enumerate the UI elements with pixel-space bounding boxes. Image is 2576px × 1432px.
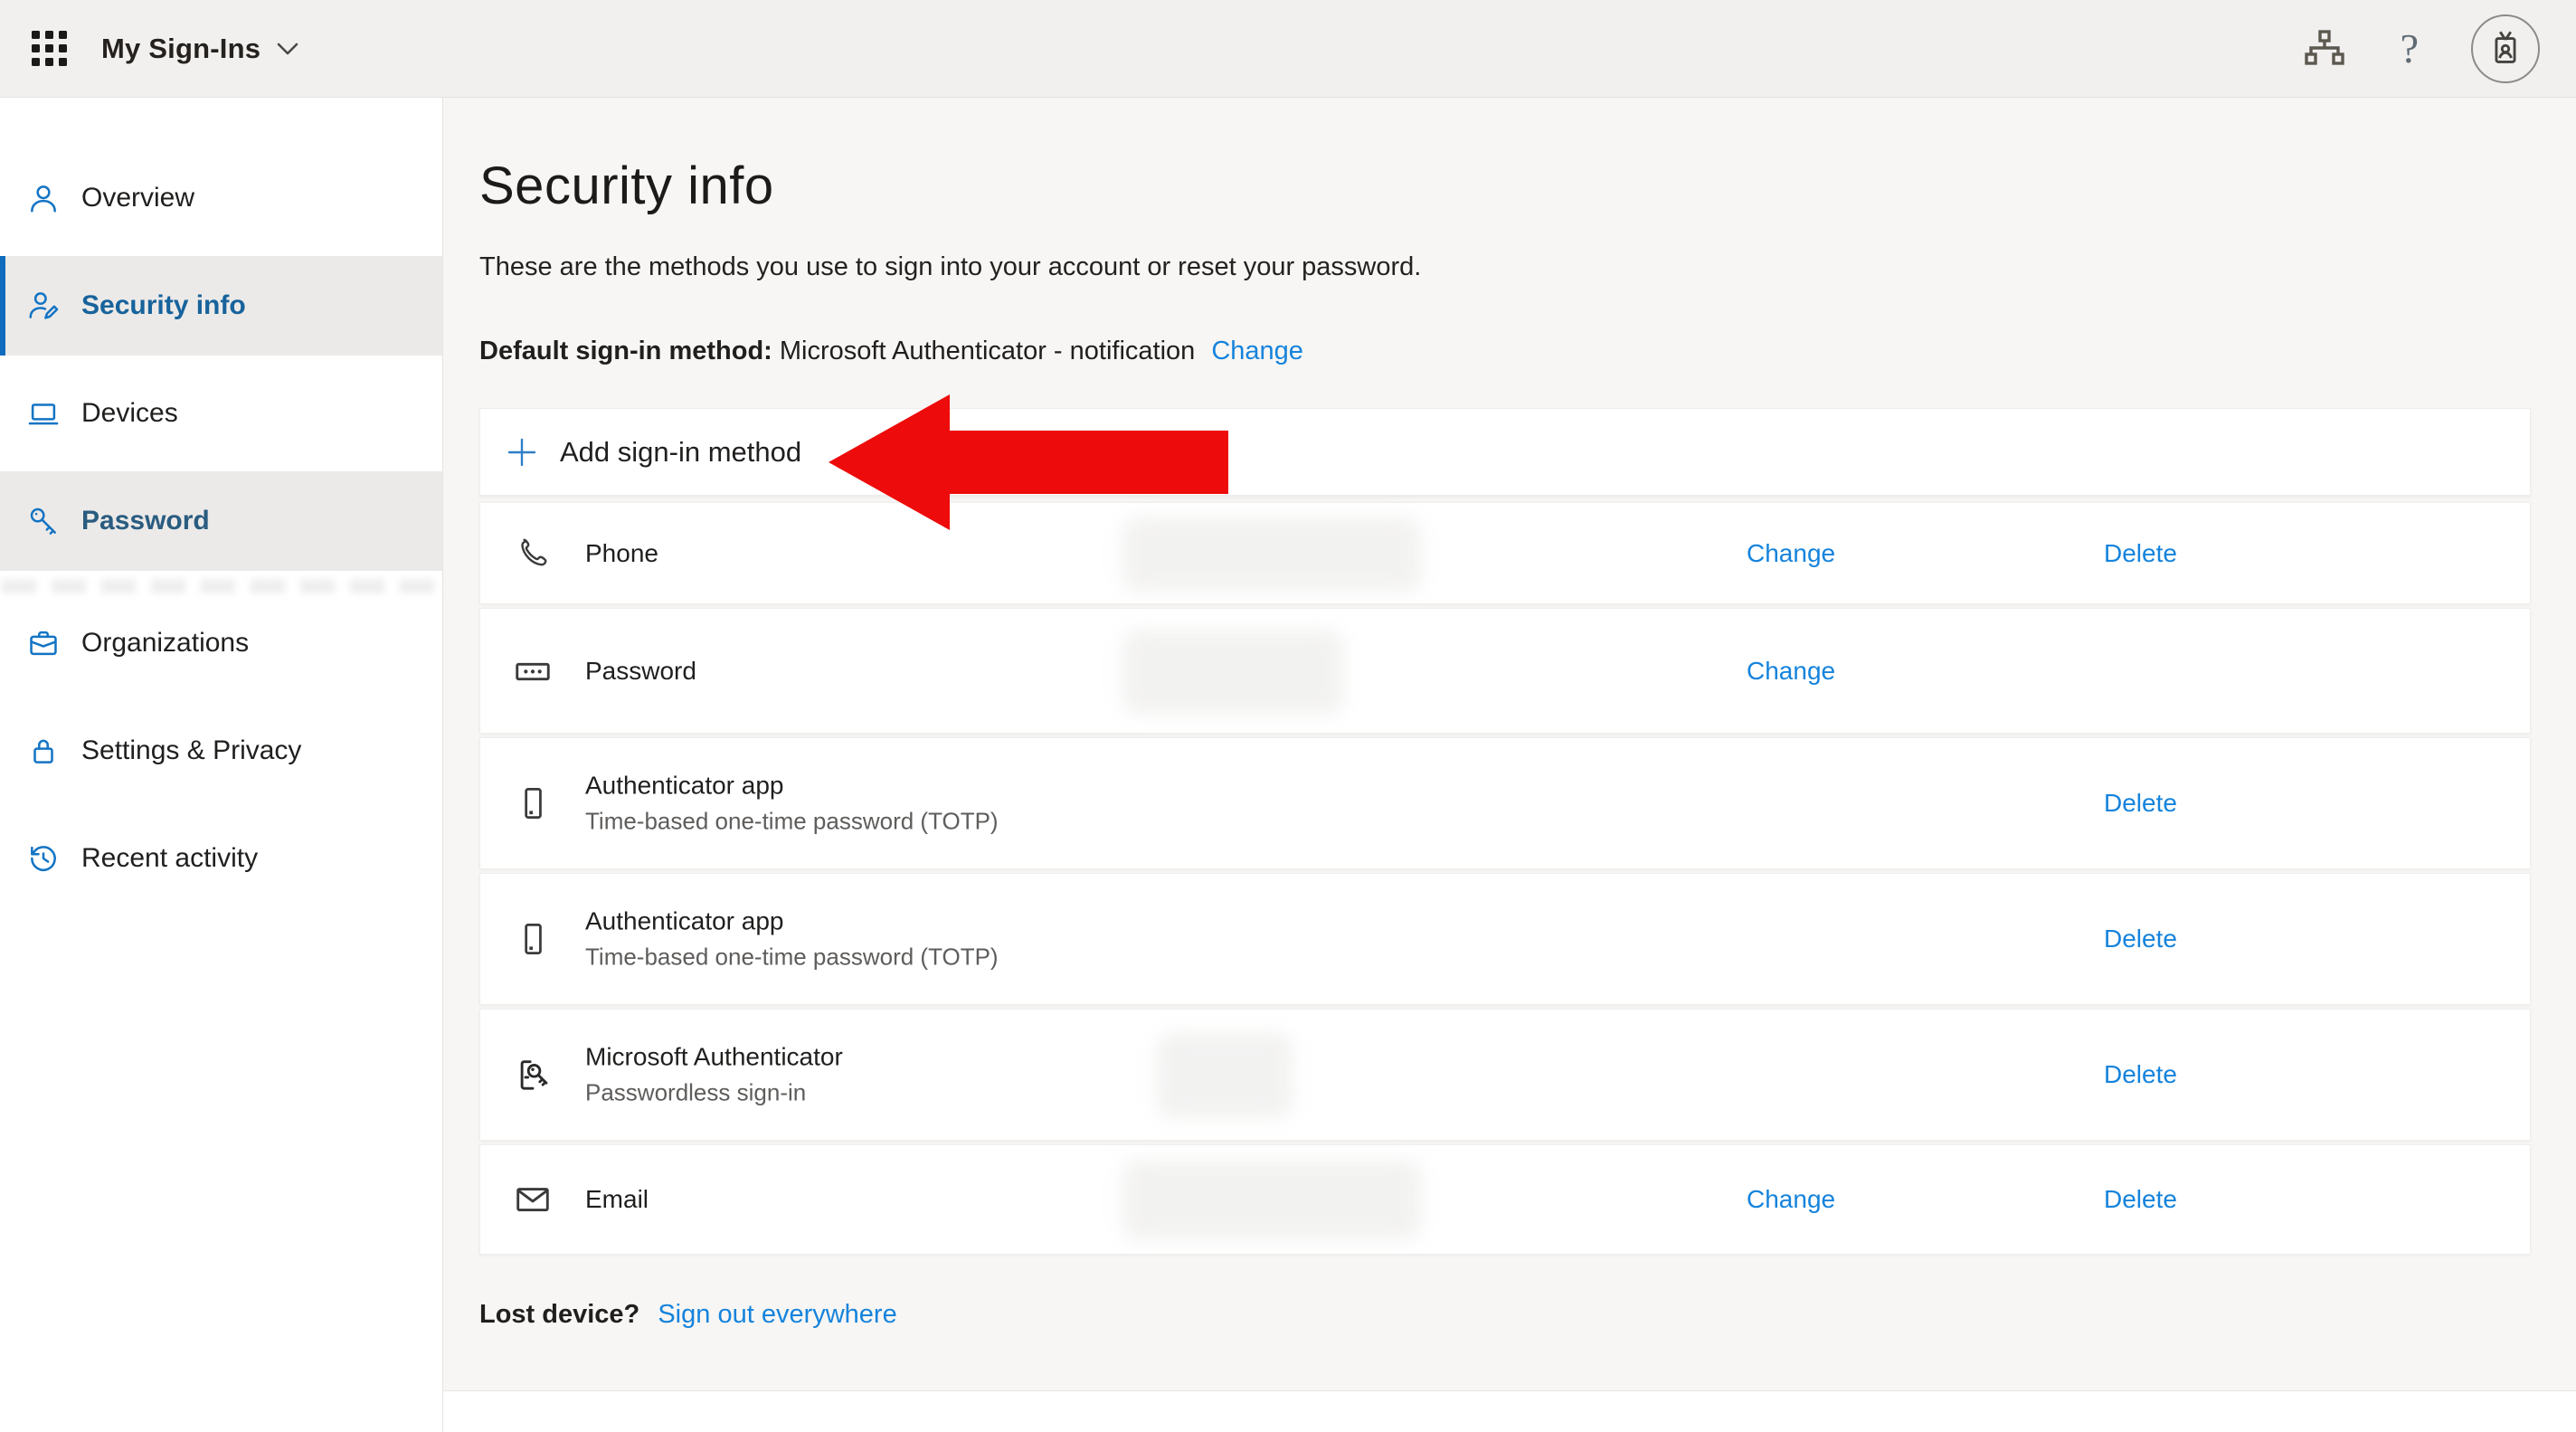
app-title[interactable]: My Sign-Ins	[101, 33, 260, 65]
briefcase-icon	[18, 626, 69, 660]
id-badge-icon	[2495, 31, 2516, 63]
lost-device-line: Lost device? Sign out everywhere	[479, 1300, 2576, 1330]
sidebar-item-settings-privacy[interactable]: Settings & Privacy	[0, 701, 442, 801]
sidebar-item-security-info[interactable]: Security info	[0, 256, 442, 356]
page-description: These are the methods you use to sign in…	[479, 252, 1422, 281]
redacted-sidebar-strip	[2, 579, 439, 593]
password-dots-icon	[509, 650, 556, 692]
top-bar: My Sign-Ins ?	[0, 0, 2576, 98]
smartphone-icon	[509, 919, 556, 959]
sidebar-item-label: Organizations	[81, 628, 250, 658]
add-signin-method-label: Add sign-in method	[560, 435, 802, 468]
method-rows: Phone Change Delete Password Change Auth…	[479, 502, 2531, 1255]
method-row-authenticator-app: Authenticator app Time-based one-time pa…	[479, 873, 2531, 1005]
sidebar-nav: Overview Security info Devices Password …	[0, 98, 443, 1432]
help-icon[interactable]: ?	[2401, 24, 2419, 72]
chevron-down-icon[interactable]	[275, 40, 300, 58]
method-row-phone: Phone Change Delete	[479, 502, 2531, 604]
method-row-text: Email	[585, 1185, 649, 1214]
sign-out-everywhere-link[interactable]: Sign out everywhere	[658, 1300, 896, 1329]
signin-methods-card: Add sign-in method Phone Change Delete P…	[479, 408, 2531, 1255]
method-row-password: Password Change	[479, 608, 2531, 734]
redacted-value	[1122, 631, 1344, 714]
default-signin-line: Default sign-in method: Microsoft Authen…	[479, 337, 2576, 366]
add-signin-method-button[interactable]: Add sign-in method	[479, 408, 2531, 496]
method-title: Phone	[585, 538, 658, 567]
person-edit-icon	[18, 289, 69, 323]
phone-handset-icon	[509, 534, 556, 574]
person-icon	[18, 181, 69, 215]
sidebar-item-password[interactable]: Password	[0, 471, 442, 571]
delete-link[interactable]: Delete	[2104, 1060, 2177, 1089]
lost-device-label: Lost device?	[479, 1300, 640, 1329]
page-title: Security info	[479, 156, 774, 215]
method-title: Authenticator app	[585, 771, 784, 800]
delete-link[interactable]: Delete	[2104, 1185, 2177, 1214]
sidebar-item-label: Recent activity	[81, 843, 259, 873]
method-row-text: Authenticator app Time-based one-time pa…	[585, 907, 999, 972]
method-subtitle: Passwordless sign-in	[585, 1078, 807, 1106]
sidebar-item-overview[interactable]: Overview	[0, 148, 442, 248]
method-row-text: Authenticator app Time-based one-time pa…	[585, 772, 999, 836]
default-signin-value: Microsoft Authenticator - notification	[779, 337, 1196, 365]
help-glyph: ?	[2400, 25, 2419, 71]
organization-switcher-icon[interactable]	[2301, 25, 2348, 72]
sidebar-item-recent-activity[interactable]: Recent activity	[0, 809, 442, 908]
plus-icon	[504, 434, 540, 470]
page-bottom-strip	[443, 1390, 2576, 1432]
sidebar-item-label: Security info	[81, 290, 246, 320]
method-subtitle: Time-based one-time password (TOTP)	[585, 943, 999, 971]
redacted-value	[1122, 517, 1421, 592]
sidebar-item-label: Devices	[81, 398, 178, 428]
lock-icon	[18, 734, 69, 768]
method-subtitle: Time-based one-time password (TOTP)	[585, 807, 999, 835]
key-icon	[18, 504, 69, 538]
change-link[interactable]: Change	[1747, 1185, 1835, 1214]
sidebar-item-label: Password	[81, 506, 210, 536]
default-signin-change-link[interactable]: Change	[1211, 337, 1303, 365]
method-row-text: Password	[585, 657, 696, 686]
laptop-icon	[18, 396, 69, 431]
main-content: Security info These are the methods you …	[443, 98, 2576, 1432]
account-avatar[interactable]	[2471, 14, 2540, 83]
sidebar-item-organizations[interactable]: Organizations	[0, 593, 442, 693]
redacted-value	[1122, 1160, 1421, 1239]
method-title: Authenticator app	[585, 906, 784, 935]
change-link[interactable]: Change	[1747, 657, 1835, 686]
sidebar-item-devices[interactable]: Devices	[0, 364, 442, 463]
smartphone-icon	[509, 783, 556, 823]
method-title: Microsoft Authenticator	[585, 1042, 843, 1071]
method-row-email: Email Change Delete	[479, 1144, 2531, 1255]
default-signin-label: Default sign-in method:	[479, 337, 772, 365]
method-row-text: Microsoft Authenticator Passwordless sig…	[585, 1043, 843, 1107]
sidebar-item-label: Overview	[81, 183, 195, 213]
method-row-text: Phone	[585, 539, 658, 568]
history-icon	[18, 841, 69, 876]
method-title: Password	[585, 656, 696, 685]
app-launcher-icon[interactable]	[29, 29, 69, 69]
redacted-value	[1157, 1033, 1293, 1118]
envelope-icon	[509, 1179, 556, 1220]
sidebar-item-label: Settings & Privacy	[81, 735, 302, 765]
method-row-microsoft-authenticator: Microsoft Authenticator Passwordless sig…	[479, 1009, 2531, 1141]
delete-link[interactable]: Delete	[2104, 925, 2177, 953]
delete-link[interactable]: Delete	[2104, 539, 2177, 568]
change-link[interactable]: Change	[1747, 539, 1835, 568]
delete-link[interactable]: Delete	[2104, 789, 2177, 818]
method-row-authenticator-app: Authenticator app Time-based one-time pa…	[479, 737, 2531, 869]
authenticator-key-icon	[509, 1054, 556, 1095]
method-title: Email	[585, 1185, 649, 1213]
